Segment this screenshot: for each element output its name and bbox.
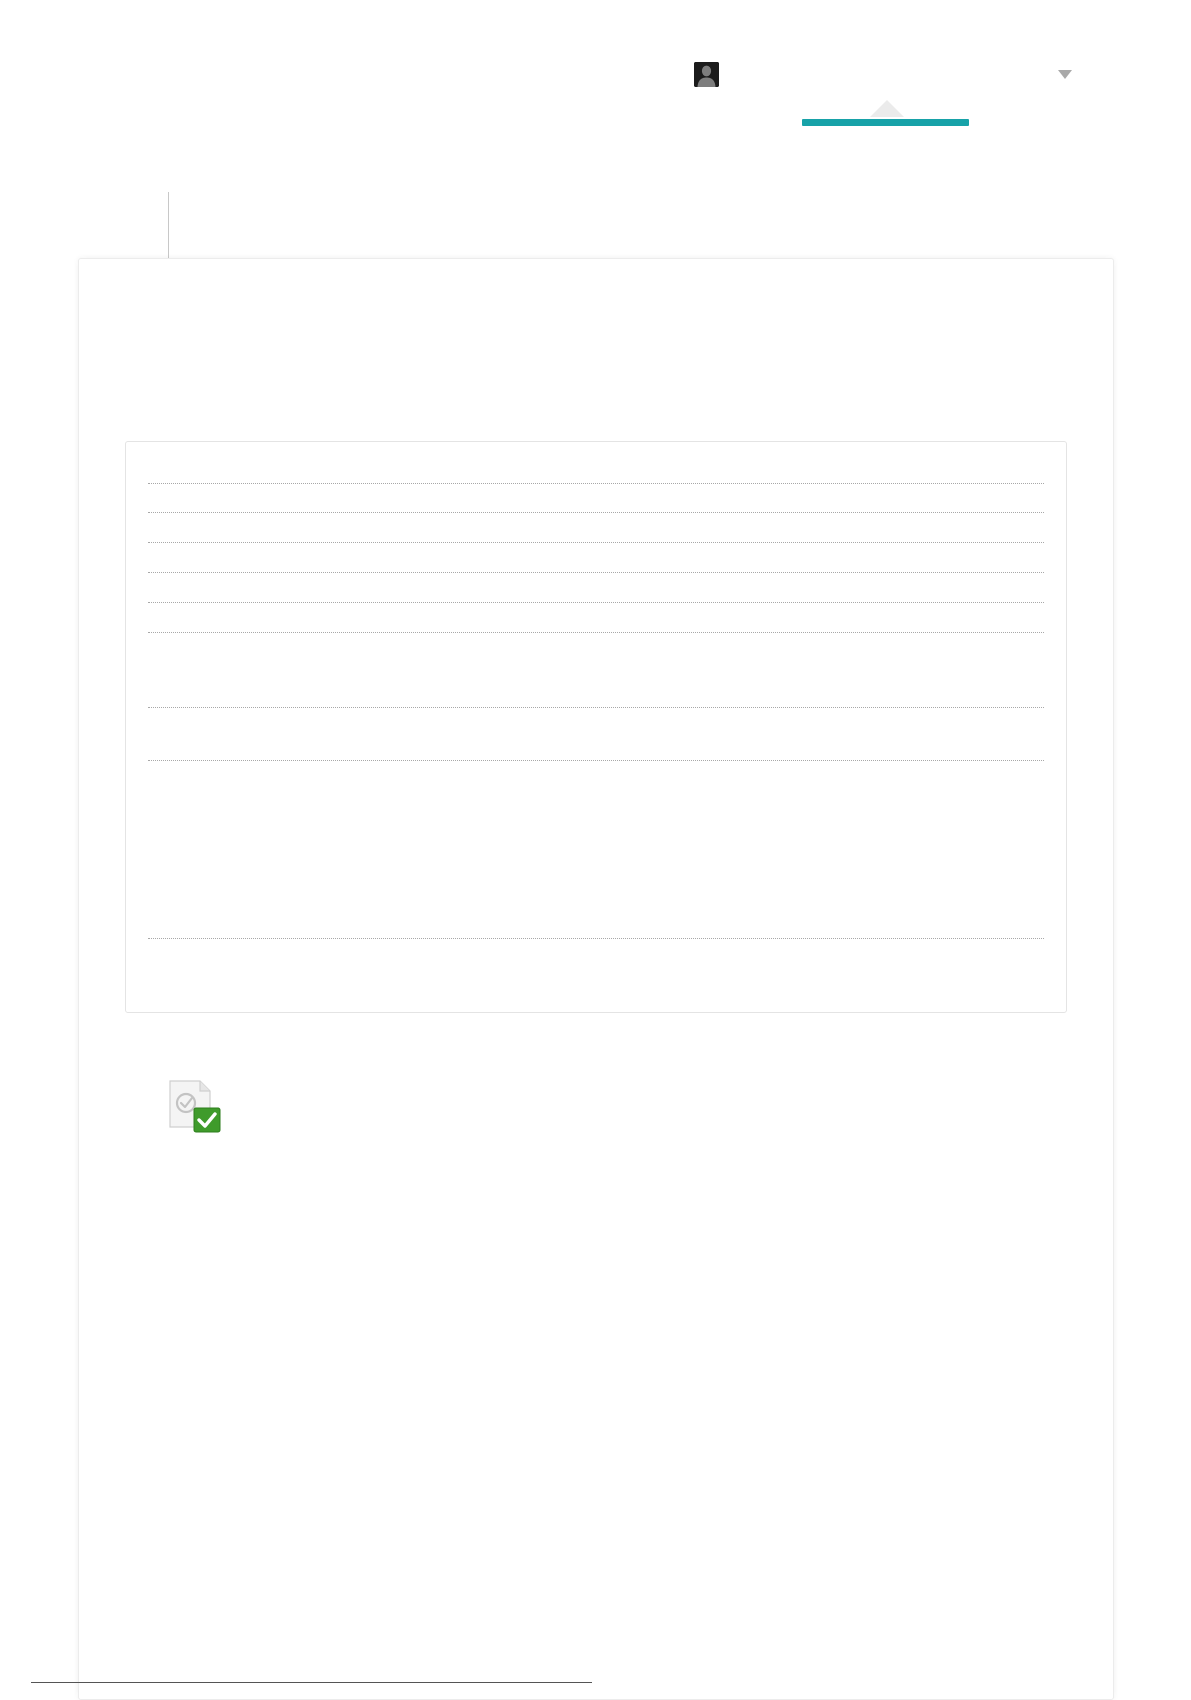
detail-row xyxy=(148,633,1044,708)
detail-row xyxy=(148,442,1044,484)
user-silhouette-icon xyxy=(694,62,719,87)
detail-row xyxy=(148,761,1044,939)
detail-row xyxy=(148,513,1044,543)
breadcrumb-divider xyxy=(168,192,169,260)
nav-tab-active[interactable] xyxy=(802,100,969,127)
footer-mark xyxy=(686,1677,698,1683)
document-check-icon xyxy=(167,1079,223,1135)
triangle-down-icon[interactable] xyxy=(1058,70,1072,79)
detail-row xyxy=(148,543,1044,573)
detail-row xyxy=(148,483,1044,513)
tab-caret-indicator xyxy=(870,100,904,117)
detail-row xyxy=(148,708,1044,761)
content-card xyxy=(78,258,1114,1700)
details-panel xyxy=(125,441,1067,1013)
user-menu[interactable] xyxy=(694,60,1074,90)
tab-underline xyxy=(802,119,969,126)
avatar[interactable] xyxy=(694,62,719,87)
detail-row xyxy=(148,603,1044,633)
page-header xyxy=(0,0,1191,130)
footer-divider xyxy=(31,1682,592,1683)
detail-row xyxy=(148,573,1044,603)
